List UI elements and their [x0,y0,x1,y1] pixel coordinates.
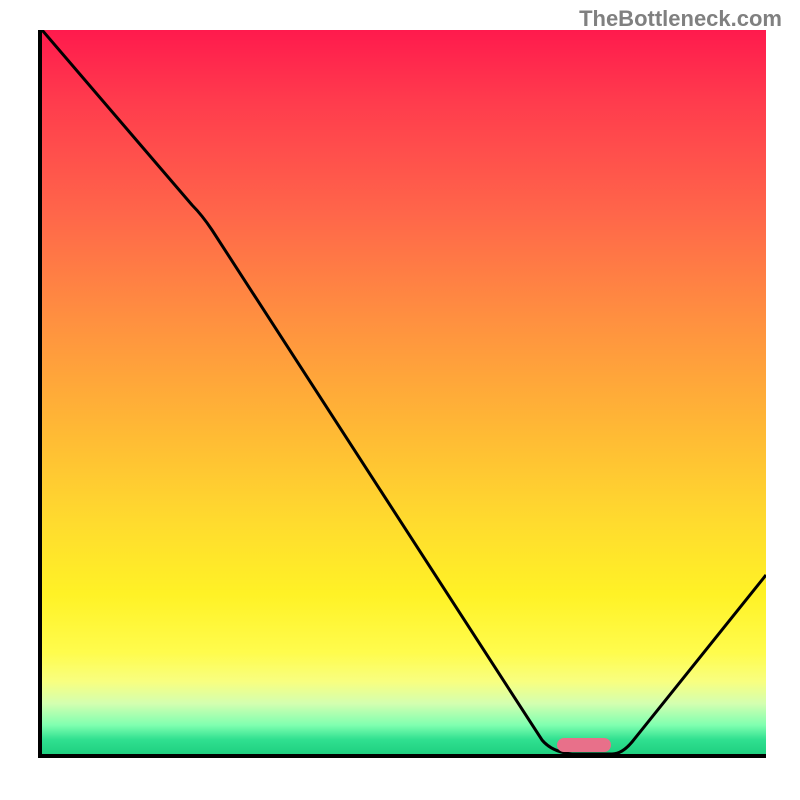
bottleneck-curve-line [42,30,766,754]
watermark-text: TheBottleneck.com [579,6,782,32]
chart-container: TheBottleneck.com [0,0,800,800]
plot-area [38,30,766,758]
curve-svg [42,30,766,754]
optimal-range-marker [557,738,611,752]
